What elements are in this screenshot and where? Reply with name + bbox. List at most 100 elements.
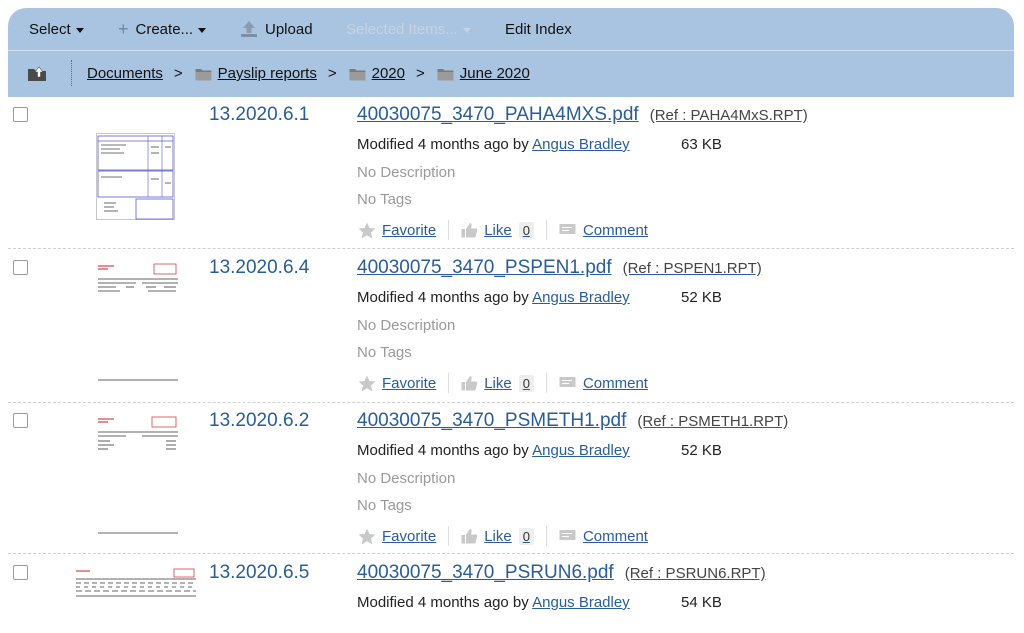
star-icon	[358, 375, 376, 391]
favorite-label: Favorite	[382, 527, 437, 545]
comment-label: Comment	[582, 527, 648, 545]
favorite-label: Favorite	[382, 221, 437, 239]
action-divider	[448, 220, 450, 240]
document-id[interactable]: 13.2020.6.1	[209, 104, 309, 126]
document-ref: (Ref : PAHA4MxS.RPT)	[649, 107, 808, 124]
like-button[interactable]: Like 0	[461, 221, 534, 239]
breadcrumb-payslip-reports[interactable]: Payslip reports	[218, 65, 317, 82]
breadcrumb-june-2020[interactable]: June 2020	[460, 65, 530, 82]
edit-index-label: Edit Index	[505, 20, 572, 38]
document-filename-link[interactable]: 40030075_3470_PSRUN6.pdf (Ref : PSRUN6.RP…	[357, 562, 766, 584]
modified-text: Modified 4 months ago by	[357, 289, 529, 306]
selected-items-label: Selected Items...	[346, 20, 458, 38]
author-link[interactable]: Angus Bradley	[532, 594, 630, 611]
breadcrumb-separator: >	[327, 65, 337, 82]
document-description: No Description	[357, 470, 456, 487]
author-link[interactable]: Angus Bradley	[532, 289, 630, 306]
folder-icon	[437, 68, 454, 80]
row-checkbox[interactable]	[13, 565, 28, 580]
document-actions: Favorite Like 0 Comment	[358, 373, 648, 393]
folder-up-icon[interactable]	[27, 64, 47, 82]
comment-button[interactable]: Comment	[559, 528, 648, 545]
upload-icon	[241, 21, 257, 37]
action-divider	[448, 526, 450, 546]
breadcrumb-2020[interactable]: 2020	[372, 65, 405, 82]
row-separator	[8, 553, 1014, 554]
comment-icon	[559, 530, 576, 540]
action-divider	[545, 373, 547, 393]
comment-button[interactable]: Comment	[559, 375, 648, 392]
document-size: 63 KB	[681, 136, 722, 153]
document-tags: No Tags	[357, 191, 412, 208]
modified-text: Modified 4 months ago by	[357, 442, 529, 459]
plus-icon: +	[118, 19, 129, 39]
document-modified: Modified 4 months ago by Angus Bradley	[357, 289, 630, 306]
row-checkbox[interactable]	[13, 260, 28, 275]
favorite-button[interactable]: Favorite	[358, 528, 436, 545]
selected-items-menu-button[interactable]: Selected Items...	[346, 21, 471, 38]
like-label: Like	[484, 374, 512, 392]
breadcrumb-separator: >	[416, 65, 425, 82]
document-filename-link[interactable]: 40030075_3470_PSMETH1.pdf (Ref : PSMETH1.…	[357, 410, 788, 432]
document-ref: (Ref : PSPEN1.RPT)	[622, 260, 762, 277]
document-id[interactable]: 13.2020.6.2	[209, 410, 309, 432]
document-size: 54 KB	[681, 594, 722, 611]
modified-text: Modified 4 months ago by	[357, 594, 529, 611]
comment-icon	[559, 377, 576, 387]
comment-button[interactable]: Comment	[559, 222, 648, 239]
folder-icon	[349, 68, 366, 80]
chevron-down-icon	[75, 27, 84, 33]
row-separator	[8, 248, 1014, 249]
comment-label: Comment	[582, 374, 648, 392]
upload-label: Upload	[265, 20, 313, 38]
action-divider	[545, 526, 547, 546]
like-count: 0	[518, 527, 534, 545]
like-button[interactable]: Like 0	[461, 374, 534, 392]
breadcrumb-documents[interactable]: Documents	[87, 65, 163, 82]
document-id[interactable]: 13.2020.6.4	[209, 257, 309, 279]
author-link[interactable]: Angus Bradley	[532, 136, 630, 153]
favorite-button[interactable]: Favorite	[358, 375, 436, 392]
document-thumbnail[interactable]	[96, 415, 180, 535]
chevron-down-icon	[198, 27, 207, 33]
create-label: Create...	[135, 20, 194, 38]
document-thumbnail[interactable]	[96, 262, 180, 382]
document-tags: No Tags	[357, 344, 412, 361]
upload-button[interactable]: Upload	[240, 20, 313, 38]
document-id[interactable]: 13.2020.6.5	[209, 562, 309, 584]
document-ref: (Ref : PSRUN6.RPT)	[624, 565, 766, 582]
document-size: 52 KB	[681, 289, 722, 306]
document-description: No Description	[357, 317, 456, 334]
create-menu-button[interactable]: + Create...	[118, 19, 207, 39]
like-label: Like	[484, 527, 512, 545]
document-modified: Modified 4 months ago by Angus Bradley	[357, 442, 630, 459]
like-count: 0	[518, 221, 534, 239]
breadcrumb: Documents > Payslip reports > 2020 > Jun…	[87, 65, 530, 82]
breadcrumb-bar: Documents > Payslip reports > 2020 > Jun…	[8, 51, 1014, 97]
document-size: 52 KB	[681, 442, 722, 459]
modified-text: Modified 4 months ago by	[357, 136, 529, 153]
chevron-down-icon	[462, 27, 471, 33]
favorite-button[interactable]: Favorite	[358, 222, 436, 239]
document-filename-link[interactable]: 40030075_3470_PAHA4MXS.pdf (Ref : PAHA4Mx…	[357, 104, 808, 126]
comment-icon	[559, 224, 576, 234]
like-label: Like	[484, 221, 512, 239]
author-link[interactable]: Angus Bradley	[532, 442, 630, 459]
edit-index-button[interactable]: Edit Index	[505, 21, 572, 38]
document-thumbnail[interactable]	[96, 133, 176, 221]
document-filename: 40030075_3470_PAHA4MXS.pdf	[357, 104, 639, 125]
row-checkbox[interactable]	[13, 107, 28, 122]
document-actions: Favorite Like 0 Comment	[358, 220, 648, 240]
document-filename-link[interactable]: 40030075_3470_PSPEN1.pdf (Ref : PSPEN1.RP…	[357, 257, 762, 279]
document-filename: 40030075_3470_PSMETH1.pdf	[357, 410, 627, 431]
document-ref: (Ref : PSMETH1.RPT)	[637, 413, 789, 430]
like-button[interactable]: Like 0	[461, 527, 534, 545]
row-separator	[8, 402, 1014, 403]
star-icon	[358, 222, 376, 238]
document-tags: No Tags	[357, 497, 412, 514]
row-checkbox[interactable]	[13, 413, 28, 428]
select-menu-button[interactable]: Select	[29, 21, 84, 38]
document-browser: Select + Create... Upload Selected Items…	[8, 8, 1014, 633]
document-thumbnail[interactable]	[74, 568, 198, 598]
comment-label: Comment	[582, 221, 648, 239]
